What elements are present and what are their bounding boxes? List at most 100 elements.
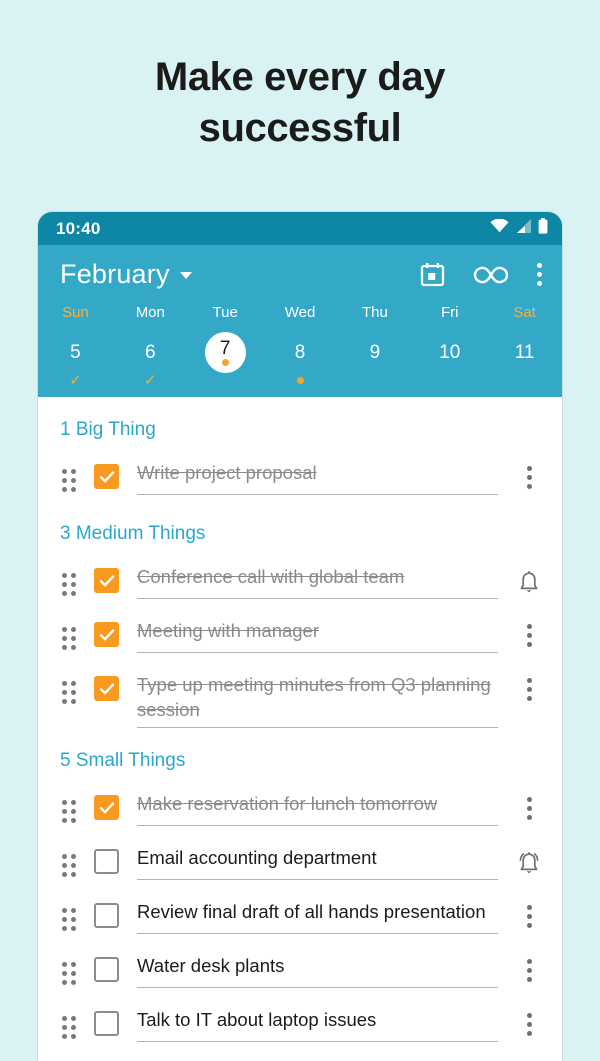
month-selector[interactable]: February <box>60 259 192 290</box>
task-row-action[interactable] <box>512 611 546 647</box>
dot-icon <box>221 359 229 366</box>
drag-handle-icon[interactable] <box>62 800 78 824</box>
cellular-signal-icon <box>515 219 532 238</box>
week-day-thu[interactable]: Thu 9 <box>337 304 412 387</box>
calendar-icon[interactable] <box>420 262 445 287</box>
week-day-number-wrap: 6 <box>130 332 171 373</box>
overflow-menu-icon[interactable] <box>537 263 542 286</box>
week-day-number-wrap: 9 <box>354 332 395 373</box>
task-row-action[interactable] <box>512 1000 546 1037</box>
month-label: February <box>60 259 170 289</box>
drag-handle-icon[interactable] <box>62 469 78 492</box>
task-row[interactable]: Make reservation for lunch tomorrow <box>38 778 562 832</box>
task-checkbox-checked[interactable] <box>94 622 119 647</box>
task-text-field[interactable]: Conference call with global team <box>137 557 498 599</box>
task-row-action[interactable] <box>512 557 546 596</box>
status-bar: 10:40 <box>38 212 562 245</box>
task-checkbox-checked[interactable] <box>94 568 119 593</box>
task-text-field[interactable]: Water desk plants <box>137 946 498 989</box>
task-checkbox-unchecked[interactable] <box>94 903 119 929</box>
drag-handle-icon[interactable] <box>62 854 78 878</box>
overflow-menu-icon[interactable] <box>526 1013 532 1037</box>
week-day-tue[interactable]: Tue 7 <box>188 304 263 387</box>
week-day-label: Mon <box>135 304 165 321</box>
task-row-action[interactable] <box>512 665 546 701</box>
task-checkbox-checked[interactable] <box>94 795 119 821</box>
task-row[interactable]: Talk to IT about laptop issues <box>38 994 562 1048</box>
overflow-menu-icon[interactable] <box>526 905 532 929</box>
day-complete-check-icon: ✓ <box>69 372 82 389</box>
overflow-menu-icon[interactable] <box>526 678 532 701</box>
task-row[interactable]: Water desk plants <box>38 940 562 994</box>
bell-icon[interactable] <box>516 570 542 596</box>
task-row-action[interactable] <box>512 946 546 983</box>
task-label: Email accounting department <box>137 847 377 869</box>
section-title: 5 Small Things <box>60 750 186 772</box>
app-bar: February <box>38 245 562 300</box>
task-row[interactable]: Meeting with manager <box>38 605 562 659</box>
week-day-mon[interactable]: Mon 6 ✓ <box>113 304 188 389</box>
day-complete-check-icon: ✓ <box>144 372 157 389</box>
task-label: Review final draft of all hands presenta… <box>137 901 486 923</box>
task-row-action[interactable] <box>512 784 546 821</box>
check-icon <box>99 682 114 694</box>
week-day-number-wrap: 7 <box>204 332 246 373</box>
promo-title-line-2: successful <box>198 105 402 150</box>
task-row[interactable]: Type up meeting minutes from Q3 planning… <box>38 659 562 729</box>
task-checkbox-unchecked[interactable] <box>94 849 119 875</box>
week-day-fri[interactable]: Fri 10 <box>412 304 487 387</box>
task-label: Conference call with global team <box>137 566 405 587</box>
task-row[interactable]: Conference call with global team <box>38 551 562 605</box>
drag-handle-icon[interactable] <box>62 681 78 704</box>
task-row-action[interactable] <box>512 892 546 929</box>
chevron-down-icon <box>179 272 192 279</box>
task-checkbox-checked[interactable] <box>94 464 119 489</box>
week-day-sat[interactable]: Sat 11 <box>487 304 562 387</box>
week-day-number-wrap: 5 <box>55 332 96 373</box>
battery-icon <box>538 218 548 239</box>
bell-active-icon[interactable] <box>516 851 542 877</box>
task-text-field[interactable]: Write project proposal <box>137 453 498 495</box>
task-row-action[interactable] <box>512 838 546 877</box>
task-row[interactable]: Email accounting department <box>38 832 562 886</box>
task-row-action[interactable] <box>512 453 546 489</box>
task-text-field[interactable]: Type up meeting minutes from Q3 planning… <box>137 665 498 729</box>
overflow-menu-icon[interactable] <box>526 959 532 983</box>
drag-handle-icon[interactable] <box>62 627 78 650</box>
task-checkbox-checked[interactable] <box>94 676 119 701</box>
promo-heading: Make every day successful <box>0 0 600 154</box>
task-checkbox-unchecked[interactable] <box>94 957 119 983</box>
task-text-field[interactable]: Email accounting department <box>137 838 498 881</box>
week-day-number-wrap: 10 <box>429 332 470 373</box>
status-bar-clock: 10:40 <box>56 218 101 238</box>
task-text-field[interactable]: Review final draft of all hands presenta… <box>137 892 498 935</box>
day-has-tasks-dot <box>205 356 246 369</box>
drag-handle-icon[interactable] <box>62 573 78 596</box>
week-day-number: 9 <box>369 341 381 363</box>
overflow-menu-icon[interactable] <box>526 466 532 489</box>
overflow-menu-icon[interactable] <box>526 797 532 821</box>
task-label: Meeting with manager <box>137 620 320 641</box>
task-label: Write project proposal <box>137 462 317 483</box>
drag-handle-icon[interactable] <box>62 1016 78 1040</box>
task-checkbox-unchecked[interactable] <box>94 1011 119 1037</box>
task-text-field[interactable]: Meeting with manager <box>137 611 498 653</box>
overflow-menu-icon[interactable] <box>526 624 532 647</box>
task-row[interactable]: Write project proposal <box>38 447 562 501</box>
phone-mockup: 10:40 February Sun 5 ✓ Mon 6 ✓ Tue 7 Wed… <box>38 212 562 1061</box>
week-day-sun[interactable]: Sun 5 ✓ <box>38 304 113 389</box>
task-label: Make reservation for lunch tomorrow <box>137 793 438 815</box>
week-day-label: Tue <box>212 304 238 321</box>
infinity-icon[interactable] <box>473 264 509 286</box>
week-day-wed[interactable]: Wed 8 <box>263 304 338 387</box>
dot-icon <box>296 377 304 384</box>
drag-handle-icon[interactable] <box>62 908 78 932</box>
week-day-label: Sun <box>62 304 89 321</box>
week-day-label: Fri <box>440 304 459 321</box>
week-strip: Sun 5 ✓ Mon 6 ✓ Tue 7 Wed 8 Thu 9 Fri 10 Sat 11 <box>38 300 562 397</box>
task-text-field[interactable]: Talk to IT about laptop issues <box>137 1000 498 1043</box>
task-row[interactable]: Review final draft of all hands presenta… <box>38 886 562 940</box>
task-text-field[interactable]: Make reservation for lunch tomorrow <box>137 784 498 827</box>
section-title: 1 Big Thing <box>60 419 156 440</box>
drag-handle-icon[interactable] <box>62 962 78 986</box>
